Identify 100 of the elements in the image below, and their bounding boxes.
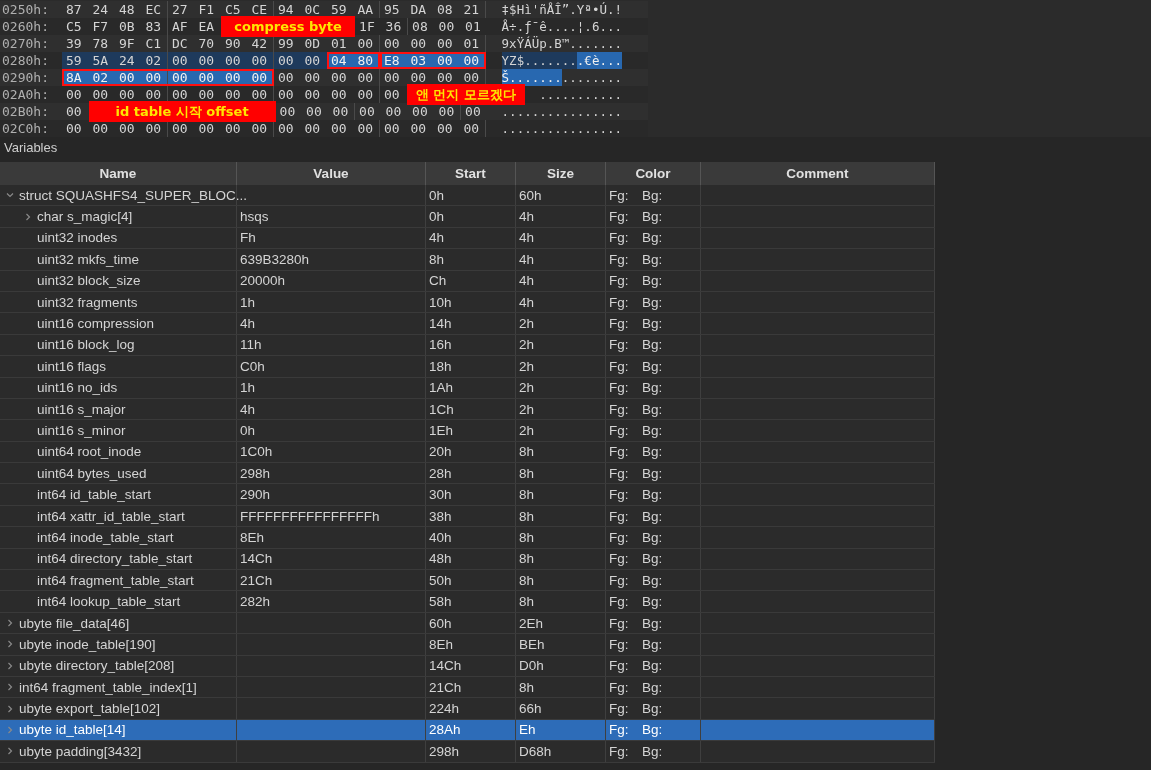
variable-row[interactable]: ubyte export_table[102] 224h 66h Fg: Bg:: [0, 698, 935, 720]
hex-byte: 00: [409, 120, 428, 137]
foreground-color-label: Fg:: [609, 443, 630, 462]
variable-row[interactable]: uint32 block_size 20000h Ch 4h Fg: Bg:: [0, 270, 935, 292]
chevron-icon[interactable]: [5, 703, 15, 714]
variable-name: int64 xattr_id_table_start: [37, 507, 185, 526]
hex-byte: 94: [277, 1, 295, 18]
hex-byte: 00: [224, 52, 242, 69]
hex-address: 02A0h:: [1, 86, 50, 103]
ascii-text: ...........: [539, 86, 622, 103]
variable-value: 1h: [240, 293, 256, 312]
size-value: 2h: [519, 315, 535, 334]
variable-name: uint16 s_major: [37, 400, 126, 419]
variable-row[interactable]: struct SQUASHFS4_SUPER_BLOC... 0h 60h Fg: Bg:: [0, 185, 935, 207]
background-color-label: Bg:: [642, 400, 663, 419]
foreground-color-label: Fg:: [609, 250, 630, 269]
variable-row[interactable]: int64 fragment_table_start 21Ch 50h 8h Fg: Bg:: [0, 570, 935, 592]
hex-byte: 00: [171, 52, 189, 69]
variable-row[interactable]: uint16 flags C0h 18h 2h Fg: Bg:: [0, 356, 935, 378]
background-color-label: Bg:: [642, 614, 663, 633]
variable-value: FFFFFFFFFFFFFFFFh: [240, 507, 380, 526]
variable-row[interactable]: ubyte directory_table[208] 14Ch D0h Fg: Bg:: [0, 655, 935, 677]
hex-byte: 00: [459, 120, 486, 137]
hex-byte: F7: [91, 18, 110, 35]
start-offset: 8Eh: [429, 635, 454, 654]
background-color-label: Bg:: [642, 379, 663, 398]
size-value: 4h: [519, 229, 535, 248]
annotation-label: 앤 먼지 모르겠다: [406, 84, 526, 105]
chevron-icon[interactable]: [5, 660, 15, 671]
hex-byte: 00: [409, 35, 428, 52]
foreground-color-label: Fg:: [609, 186, 630, 205]
variable-row[interactable]: uint64 bytes_used 298h 28h 8h Fg: Bg:: [0, 463, 935, 485]
chevron-icon[interactable]: [23, 211, 33, 222]
chevron-icon[interactable]: [5, 682, 15, 693]
background-color-label: Bg:: [642, 507, 663, 526]
start-offset: 298h: [429, 742, 460, 761]
size-value: 4h: [519, 272, 535, 291]
size-value: 8h: [519, 678, 535, 697]
hex-byte: 99: [277, 35, 295, 52]
foreground-color-label: Fg:: [609, 357, 630, 376]
hex-byte: 00: [303, 120, 322, 137]
hex-byte: 00: [65, 120, 83, 137]
hex-byte: 87: [65, 1, 83, 18]
hex-byte: 00: [383, 35, 401, 52]
variable-row[interactable]: ubyte padding[3432] 298h D68h Fg: Bg:: [0, 741, 935, 763]
variable-row[interactable]: int64 lookup_table_start 282h 58h 8h Fg: Bg:: [0, 591, 935, 613]
variable-row[interactable]: uint64 root_inode 1C0h 20h 8h Fg: Bg:: [0, 441, 935, 464]
hex-byte: 00: [197, 86, 216, 103]
variable-row[interactable]: ubyte id_table[14] 28Ah Eh Fg: Bg:: [0, 719, 935, 742]
background-color-label: Bg:: [642, 464, 663, 483]
variable-name: int64 fragment_table_start: [37, 571, 194, 590]
foreground-color-label: Fg:: [609, 379, 630, 398]
foreground-color-label: Fg:: [609, 657, 630, 676]
size-value: D0h: [519, 657, 544, 676]
variable-name: uint32 mkfs_time: [37, 250, 140, 269]
variable-row[interactable]: uint16 no_ids 1h 1Ah 2h Fg: Bg:: [0, 377, 935, 399]
variable-row[interactable]: uint16 block_log 11h 16h 2h Fg: Bg:: [0, 334, 935, 357]
variable-row[interactable]: int64 fragment_table_index[1] 21Ch 8h Fg: Bg:: [0, 677, 935, 699]
size-value: 8h: [519, 464, 535, 483]
hex-byte: 00: [91, 86, 110, 103]
hex-byte: 59: [65, 52, 83, 69]
hex-byte: 1F: [358, 18, 376, 35]
foreground-color-label: Fg:: [609, 614, 630, 633]
chevron-icon[interactable]: [5, 639, 15, 650]
hex-byte: E8: [383, 52, 401, 69]
variable-row[interactable]: ubyte file_data[46] 60h 2Eh Fg: Bg:: [0, 612, 935, 635]
foreground-color-label: Fg:: [609, 422, 630, 440]
hex-byte: 00: [436, 35, 454, 52]
variable-row[interactable]: uint16 s_major 4h 1Ch 2h Fg: Bg:: [0, 398, 935, 421]
variable-row[interactable]: int64 id_table_start 290h 30h 8h Fg: Bg:: [0, 484, 935, 506]
variable-row[interactable]: int64 directory_table_start 14Ch 48h 8h Fg: Bg:: [0, 548, 935, 571]
variable-row[interactable]: ubyte inode_table[190] 8Eh BEh Fg: Bg:: [0, 634, 935, 656]
hex-byte: 00: [197, 52, 216, 69]
variable-row[interactable]: char s_magic[4] hsqs 0h 4h Fg: Bg:: [0, 206, 935, 228]
foreground-color-label: Fg:: [609, 486, 630, 505]
variable-row[interactable]: int64 xattr_id_table_start FFFFFFFFFFFFFFFFh 38h 8h Fg: Bg:: [0, 505, 935, 528]
variable-row[interactable]: int64 inode_table_start 8Eh 40h 8h Fg: Bg:: [0, 527, 935, 549]
size-value: D68h: [519, 742, 552, 761]
foreground-color-label: Fg:: [609, 700, 630, 719]
hex-byte: 04: [330, 52, 348, 69]
start-offset: 20h: [429, 443, 452, 462]
hex-byte: 00: [303, 52, 322, 69]
variable-row[interactable]: uint32 mkfs_time 639B3280h 8h 4h Fg: Bg:: [0, 249, 935, 271]
background-color-label: Bg:: [642, 336, 663, 355]
hex-address: 0290h:: [1, 69, 50, 86]
hex-byte: 00: [464, 103, 482, 120]
hex-byte: 00: [277, 86, 295, 103]
background-color-label: Bg:: [642, 486, 663, 505]
hex-byte: 24: [118, 52, 136, 69]
variable-row[interactable]: uint32 fragments 1h 10h 4h Fg: Bg:: [0, 291, 935, 314]
foreground-color-label: Fg:: [609, 464, 630, 483]
ascii-text: ........: [561, 69, 622, 86]
variable-row[interactable]: uint16 s_minor 0h 1Eh 2h Fg: Bg:: [0, 420, 935, 442]
size-value: BEh: [519, 635, 545, 654]
variable-row[interactable]: uint32 inodes Fh 4h 4h Fg: Bg:: [0, 227, 935, 250]
chevron-icon[interactable]: [5, 618, 15, 628]
chevron-icon[interactable]: [5, 746, 15, 757]
variable-name: int64 directory_table_start: [37, 550, 193, 569]
ascii-text: 9xŸÁÜp.B™.......: [501, 35, 622, 52]
variable-row[interactable]: uint16 compression 4h 14h 2h Fg: Bg:: [0, 313, 935, 335]
